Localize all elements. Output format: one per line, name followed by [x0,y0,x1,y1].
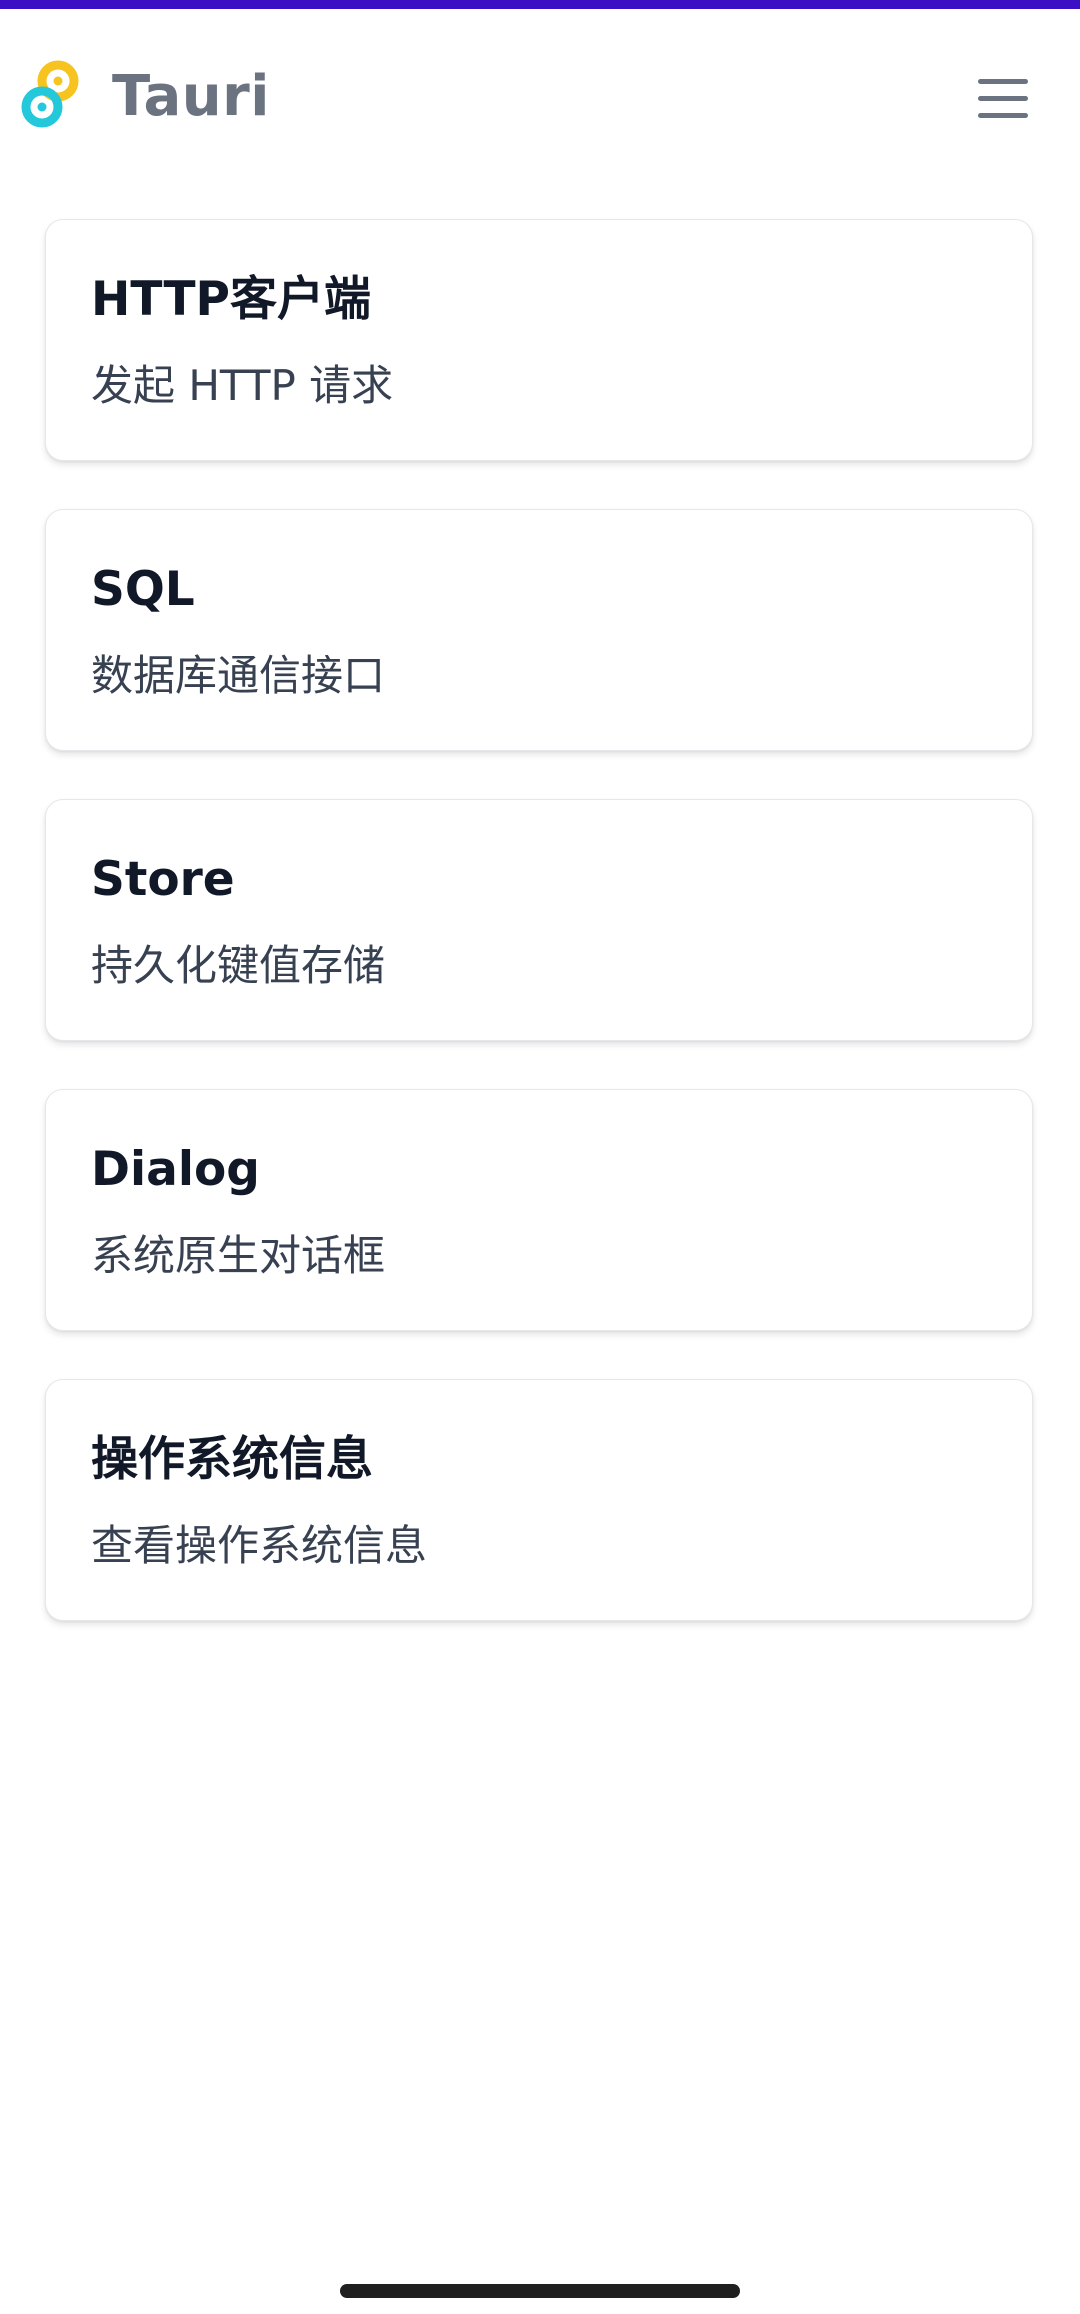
card-title: 操作系统信息 [91,1432,373,1487]
card-title: Dialog [91,1142,260,1197]
card-dialog[interactable]: Dialog 系统原生对话框 [45,1089,1033,1331]
card-description: 系统原生对话框 [91,1231,386,1280]
app-title: Tauri [112,64,270,129]
hamburger-menu-icon[interactable] [970,69,1034,125]
home-indicator[interactable] [340,2284,740,2298]
top-accent-bar [0,0,1080,9]
app-header: Tauri [0,9,1080,171]
card-title: Store [91,852,235,907]
card-os-info[interactable]: 操作系统信息 查看操作系统信息 [45,1379,1033,1621]
menu-line [978,113,1028,118]
card-description: 数据库通信接口 [91,651,386,700]
card-sql[interactable]: SQL 数据库通信接口 [45,509,1033,751]
menu-line [978,96,1028,101]
card-title: SQL [91,562,195,617]
menu-line [978,79,1028,84]
card-description: 发起 HTTP 请求 [91,361,394,410]
app-screen: Tauri HTTP客户端 发起 HTTP 请求 SQL 数据库通信接口 Sto… [0,0,1080,2314]
tauri-logo-icon [21,60,79,128]
card-description: 查看操作系统信息 [91,1521,428,1570]
card-store[interactable]: Store 持久化键值存储 [45,799,1033,1041]
feature-card-list: HTTP客户端 发起 HTTP 请求 SQL 数据库通信接口 Store 持久化… [45,219,1035,1669]
card-http-client[interactable]: HTTP客户端 发起 HTTP 请求 [45,219,1033,461]
card-title: HTTP客户端 [91,272,371,327]
card-description: 持久化键值存储 [91,941,386,990]
